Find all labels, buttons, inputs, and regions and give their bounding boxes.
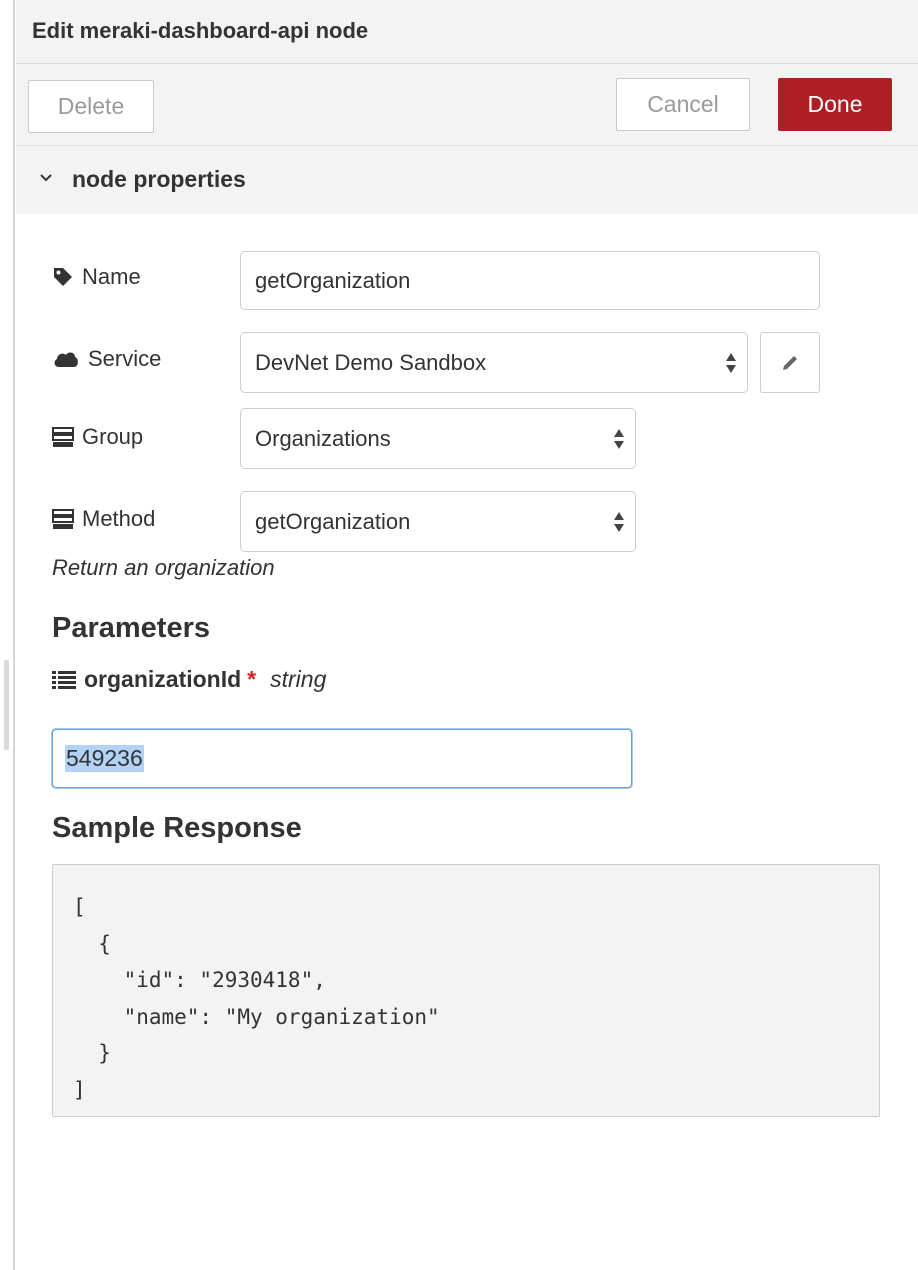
cloud-icon xyxy=(54,352,78,367)
organization-id-value: 549236 xyxy=(65,745,144,772)
name-input[interactable]: getOrganization xyxy=(240,251,820,310)
parameters-heading: Parameters xyxy=(52,612,210,644)
node-properties-header[interactable]: node properties xyxy=(16,146,918,214)
cancel-button[interactable]: Cancel xyxy=(616,78,750,131)
method-label-text: Method xyxy=(82,506,156,531)
delete-button[interactable]: Delete xyxy=(28,80,154,133)
organization-id-input[interactable]: 549236 xyxy=(52,729,632,788)
name-label: Name xyxy=(52,264,141,290)
group-select[interactable]: Organizations xyxy=(240,408,636,469)
splitter-grip[interactable] xyxy=(4,660,9,750)
done-button[interactable]: Done xyxy=(778,78,892,131)
sample-response-heading: Sample Response xyxy=(52,812,302,844)
tasks-icon xyxy=(52,509,74,529)
service-label: Service xyxy=(52,346,161,372)
select-arrows-icon xyxy=(614,428,624,449)
method-select-value: getOrganization xyxy=(255,508,411,534)
service-select[interactable]: DevNet Demo Sandbox xyxy=(240,332,748,393)
select-arrows-icon xyxy=(726,352,736,373)
group-label-text: Group xyxy=(82,424,144,449)
parameter-name: organizationId xyxy=(84,666,242,692)
edit-service-button[interactable] xyxy=(760,332,820,393)
list-icon xyxy=(52,670,76,689)
method-select[interactable]: getOrganization xyxy=(240,491,636,552)
section-title: node properties xyxy=(72,166,246,192)
tasks-icon xyxy=(52,427,74,447)
tag-icon xyxy=(54,268,72,286)
select-arrows-icon xyxy=(614,511,624,532)
sample-response-code: [ { "id": "2930418", "name": "My organiz… xyxy=(73,895,440,1102)
parameter-type: string xyxy=(270,666,327,692)
chevron-down-icon xyxy=(40,174,52,182)
method-label: Method xyxy=(52,506,155,532)
name-label-text: Name xyxy=(82,264,141,289)
group-select-value: Organizations xyxy=(255,425,391,451)
sample-response-box: [ { "id": "2930418", "name": "My organiz… xyxy=(52,864,880,1117)
parameter-label-row: organizationId * string xyxy=(52,666,326,693)
tray-title: Edit meraki-dashboard-api node xyxy=(32,18,369,43)
service-select-value: DevNet Demo Sandbox xyxy=(255,349,487,375)
pencil-icon xyxy=(783,355,797,370)
name-input-value: getOrganization xyxy=(255,267,411,293)
method-description: Return an organization xyxy=(52,555,275,580)
service-label-text: Service xyxy=(88,346,162,371)
editor-splitter[interactable] xyxy=(0,0,15,1270)
required-marker: * xyxy=(247,666,257,692)
tray-toolbar: Delete Cancel Done xyxy=(16,64,918,146)
edit-tray: Edit meraki-dashboard-api node Delete Ca… xyxy=(16,0,918,1270)
group-label: Group xyxy=(52,424,143,450)
tray-header: Edit meraki-dashboard-api node xyxy=(16,0,918,64)
